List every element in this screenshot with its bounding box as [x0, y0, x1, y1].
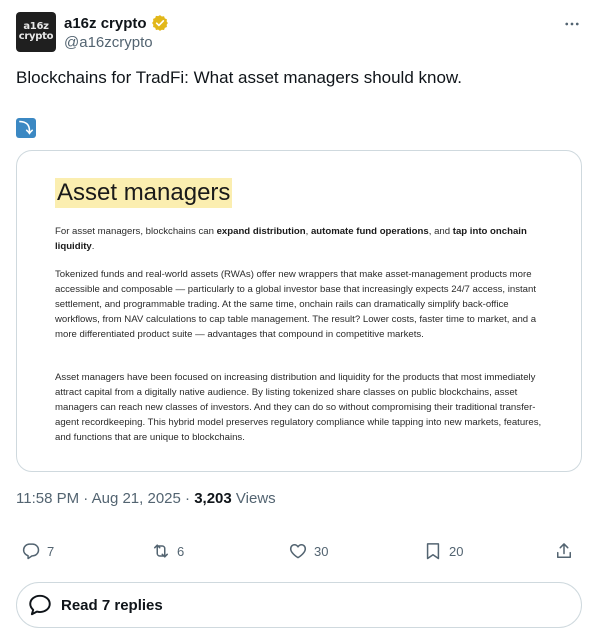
display-name[interactable]: a16z crypto [64, 15, 147, 32]
doc-paragraph-3: Asset managers have been focused on incr… [55, 372, 542, 443]
p1-text: For asset managers, blockchains can [55, 226, 217, 237]
tweet-header: a16z crypto a16z crypto @a16zcrypto [16, 12, 582, 56]
doc-title: Asset managers [55, 178, 233, 208]
p1-bold-2: automate fund operations [310, 226, 429, 237]
read-replies-label: Read 7 replies [61, 596, 163, 614]
more-options-icon[interactable] [562, 14, 582, 34]
handle[interactable]: @a16zcrypto [64, 34, 153, 51]
verified-badge-icon [151, 15, 168, 31]
post-date[interactable]: Aug 21, 2025 [92, 490, 181, 507]
bookmark-count: 20 [449, 543, 464, 559]
bookmark-icon [426, 543, 440, 560]
read-replies-button[interactable]: Read 7 replies [16, 582, 582, 628]
speech-bubble-icon [29, 594, 51, 616]
share-icon [557, 543, 571, 558]
doc-paragraph-2: Tokenized funds and real-world assets (R… [55, 269, 537, 340]
avatar[interactable]: a16z crypto [16, 12, 56, 52]
share-button[interactable] [554, 538, 574, 564]
views-label: Views [231, 490, 276, 507]
reply-icon [22, 543, 40, 560]
media-card[interactable]: Asset managers For asset managers, block… [16, 150, 582, 472]
views-count: 3,203 [194, 490, 232, 507]
repost-button[interactable]: 6 [151, 538, 184, 564]
like-count: 30 [314, 543, 329, 559]
p1-sep-2: , and [428, 226, 453, 237]
heart-icon [289, 544, 307, 559]
meta-separator: · [79, 490, 92, 507]
tweet-text: Blockchains for TradFi: What asset manag… [16, 68, 462, 87]
p1-end: . [91, 241, 95, 252]
meta-separator: · [180, 490, 195, 507]
doc-paragraph-1: For asset managers, blockchains can expa… [55, 224, 555, 254]
repost-count: 6 [177, 543, 185, 559]
reply-button[interactable]: 7 [21, 538, 54, 564]
post-time[interactable]: 11:58 PM [16, 490, 79, 507]
right-arrow-curving-down-icon: ⤵ [16, 118, 36, 138]
name-row: a16z crypto [64, 14, 169, 32]
action-bar: 7 6 30 20 [16, 538, 582, 564]
like-button[interactable]: 30 [288, 538, 328, 564]
repost-icon [154, 544, 168, 558]
reply-count: 7 [47, 543, 55, 559]
bookmark-button[interactable]: 20 [423, 538, 463, 564]
p1-bold-1: expand distribution [216, 226, 306, 237]
tweet-meta: 11:58 PM · Aug 21, 2025 · 3,203 Views [16, 490, 276, 507]
avatar-text-line2: crypto [18, 31, 54, 42]
